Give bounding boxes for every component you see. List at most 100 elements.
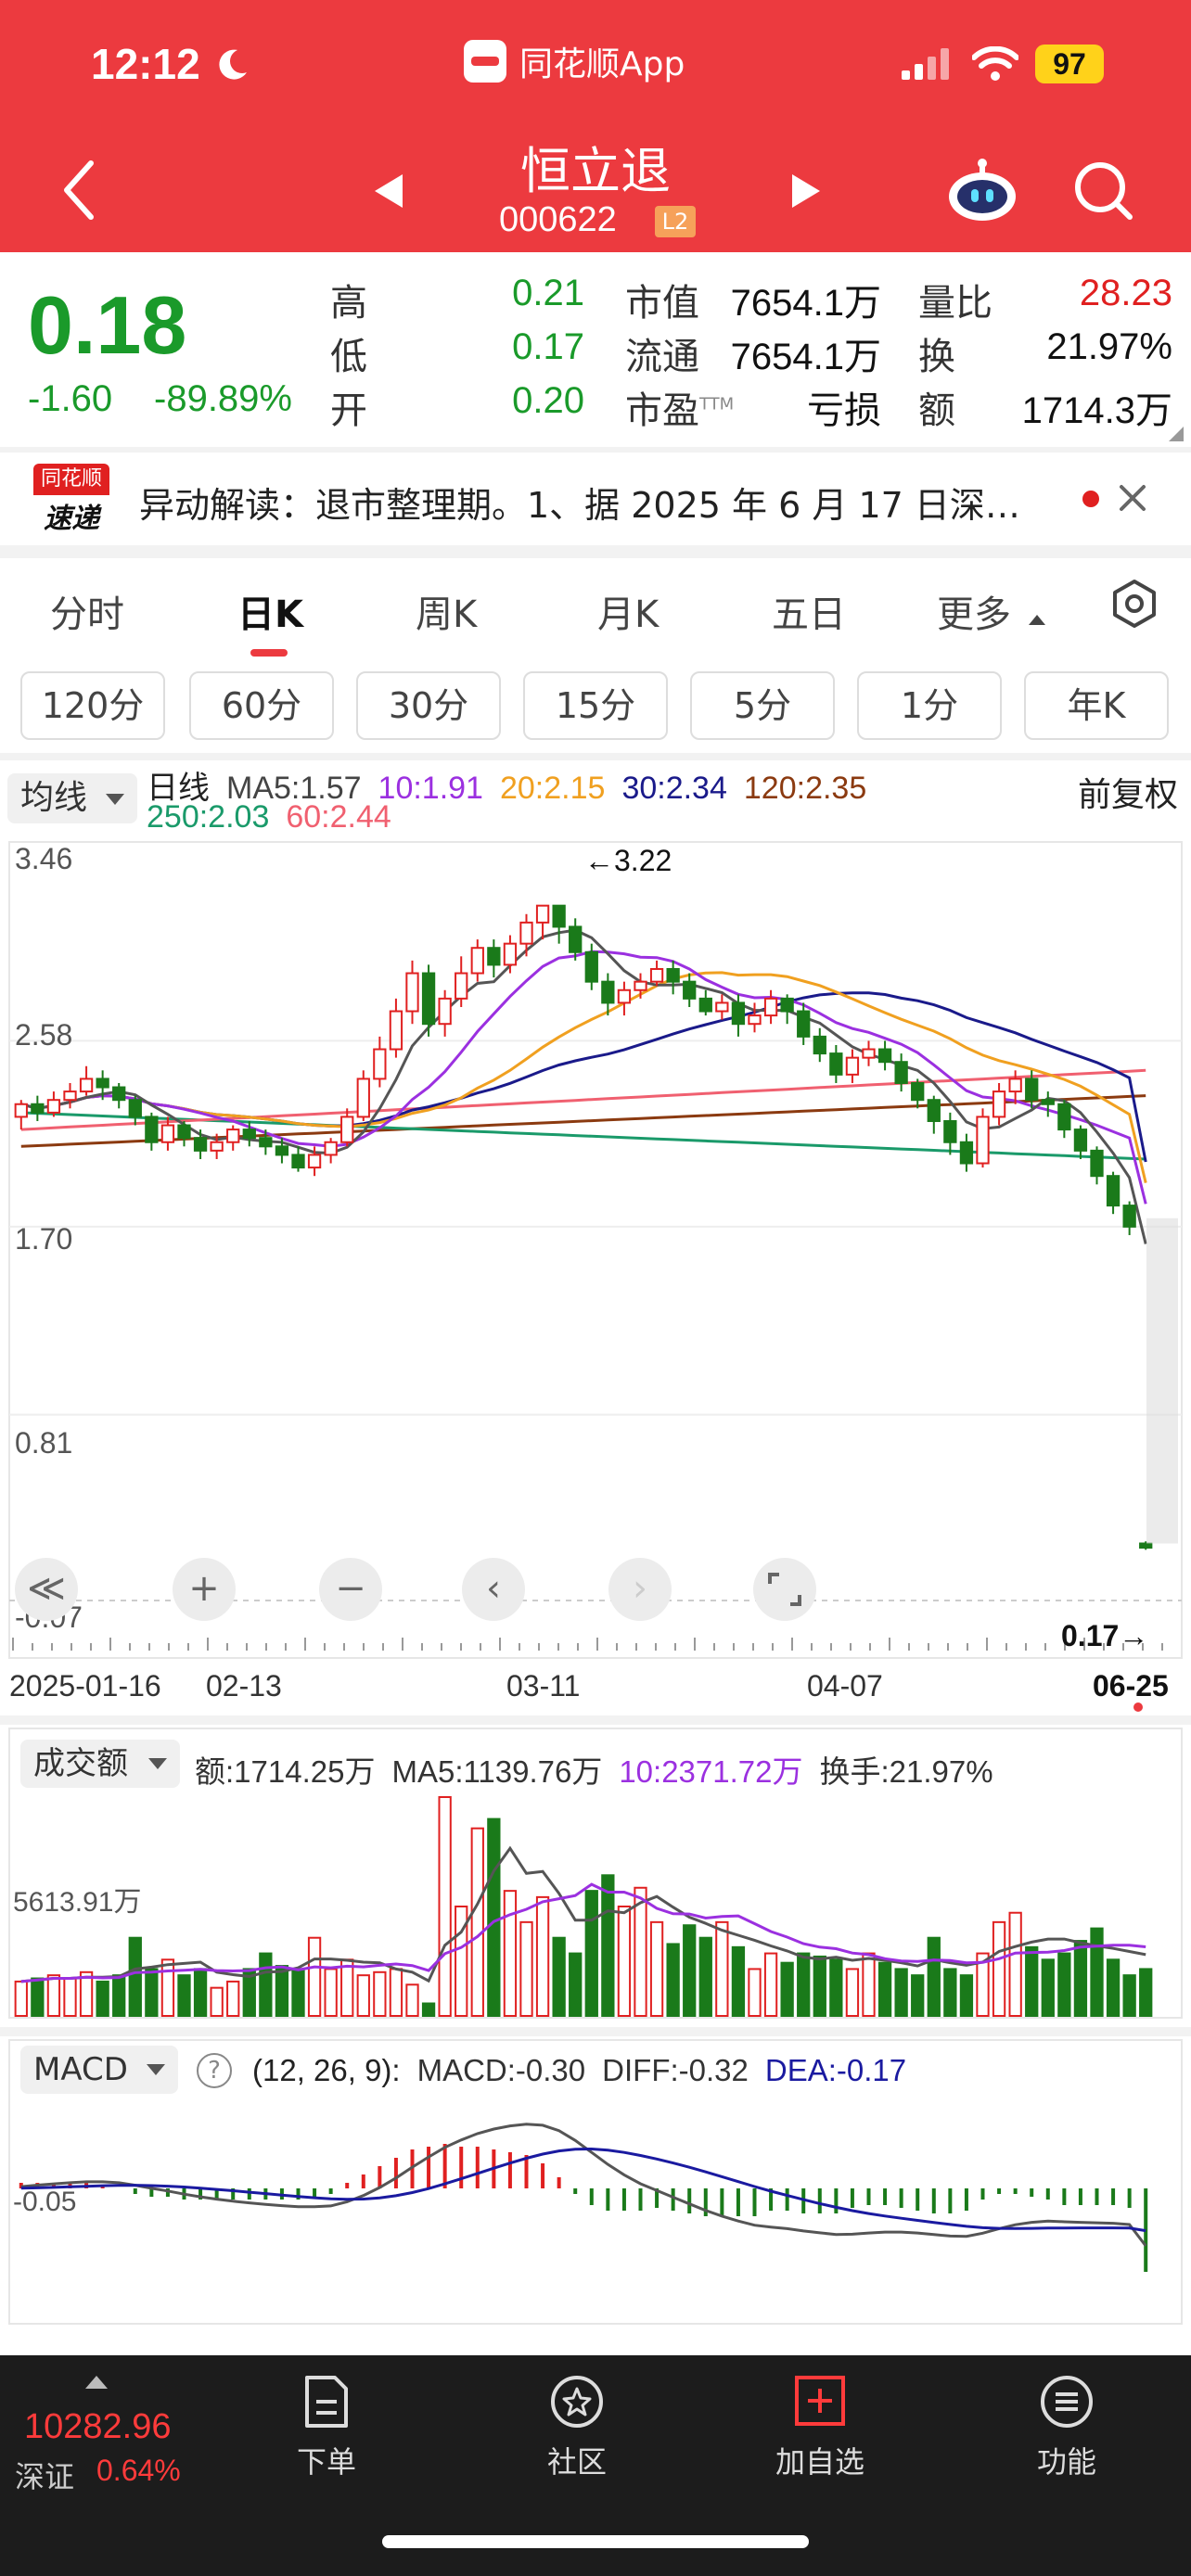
candle-up	[389, 1010, 403, 1051]
volume-bar	[1025, 1945, 1039, 2017]
candle-down	[1073, 1129, 1088, 1152]
candle-up	[324, 1141, 338, 1156]
volume-bar	[1008, 1911, 1022, 2017]
tab-monthly-k[interactable]: 月K	[597, 584, 659, 638]
volume-bar	[649, 1920, 664, 2018]
add-square-icon	[795, 2376, 845, 2426]
volume-bar	[813, 1955, 826, 2017]
tab-daily-k[interactable]: 日K	[237, 584, 303, 638]
volume-bar	[1090, 1927, 1104, 2018]
kline-chart[interactable]	[0, 835, 1191, 1669]
app-chip[interactable]: 同花顺App	[464, 37, 685, 85]
search-icon[interactable]	[1070, 158, 1135, 223]
ma-select[interactable]: 均线	[7, 773, 137, 823]
volume-chart[interactable]	[0, 1725, 1191, 2027]
high-value: 0.21	[512, 273, 584, 313]
adjust-toggle[interactable]: 前复权	[1078, 768, 1178, 816]
wifi-icon	[972, 46, 1018, 81]
nav-trade[interactable]: 下单	[252, 2374, 401, 2481]
candle-down	[177, 1124, 191, 1140]
status-time: 12:12	[91, 40, 200, 88]
close-icon[interactable]	[1117, 482, 1148, 514]
volume-bar	[226, 1980, 240, 2017]
nav-community[interactable]: 社区	[503, 2374, 651, 2481]
low-label: 低	[330, 336, 367, 378]
volume-bar	[666, 1943, 680, 2017]
nav-add-watchlist[interactable]: 加自选	[746, 2374, 894, 2481]
subtab-yearly-k[interactable]: 年K	[1024, 671, 1169, 740]
volume-bar	[46, 1974, 61, 2017]
tab-five-day[interactable]: 五日	[772, 584, 846, 638]
subtab-30min[interactable]: 30分	[356, 671, 501, 740]
tab-intraday[interactable]: 分时	[50, 584, 124, 638]
volume-bar	[421, 2002, 436, 2017]
macd-chart[interactable]	[0, 2036, 1191, 2352]
settings-hexagon-icon[interactable]	[1109, 579, 1159, 629]
zoom-in-button[interactable]: +	[173, 1558, 236, 1621]
turnover-value: 21.97%	[1046, 326, 1172, 367]
robot-assistant-icon[interactable]	[946, 156, 1018, 223]
candle-up	[46, 1099, 61, 1114]
minute-tabs: 120分 60分 30分 15分 5分 1分 年K	[0, 660, 1191, 753]
volume-bar	[634, 1886, 647, 2017]
x-date: 02-13	[206, 1669, 282, 1702]
volume-bar	[569, 1952, 583, 2017]
volume-bar	[862, 1952, 876, 2017]
index-value[interactable]: 10282.96	[24, 2407, 172, 2447]
volume-bar	[356, 1974, 370, 2017]
quote-panel: 0.18 -1.60 -89.89% 高 0.21 低 0.17 开 0.20 …	[0, 252, 1191, 447]
candle-down	[112, 1086, 126, 1102]
volume-bar	[63, 1977, 77, 2017]
l2-badge: L2	[655, 206, 696, 237]
period-tabs: 分时 日K 周K 月K 五日 更多	[0, 558, 1191, 660]
volume-bar	[177, 1974, 191, 2017]
volume-bar	[389, 1968, 403, 2017]
subtab-15min[interactable]: 15分	[523, 671, 668, 740]
tab-more[interactable]: 更多	[937, 584, 1047, 638]
scroll-left-button[interactable]: ‹	[462, 1558, 525, 1621]
subtab-5min[interactable]: 5分	[690, 671, 835, 740]
candle-up	[519, 921, 533, 945]
nav-functions[interactable]: 功能	[992, 2374, 1141, 2481]
candle-up	[535, 904, 550, 924]
volume-bar	[894, 1968, 908, 2017]
float-value: 7654.1万	[730, 337, 881, 377]
candle-up	[634, 980, 647, 991]
subtab-1min[interactable]: 1分	[857, 671, 1002, 740]
last-price: 0.18	[28, 279, 187, 371]
candle-down	[569, 925, 583, 953]
document-icon	[305, 2376, 348, 2428]
menu-circle-icon	[1041, 2376, 1093, 2428]
volume-bar	[324, 1968, 338, 2017]
tab-weekly-k[interactable]: 周K	[416, 584, 477, 638]
x-date: 2025-01-16	[9, 1669, 161, 1702]
candle-up	[1008, 1078, 1022, 1093]
candle-down	[96, 1078, 109, 1089]
home-indicator[interactable]	[382, 2535, 809, 2548]
zoom-out-button[interactable]: −	[319, 1558, 382, 1621]
candle-down	[145, 1116, 159, 1143]
rewind-button[interactable]: ≪	[15, 1558, 78, 1621]
volume-bar	[552, 1936, 566, 2017]
scroll-right-button[interactable]: ›	[608, 1558, 672, 1621]
turnover-label: 换	[918, 336, 955, 378]
subtab-120min[interactable]: 120分	[20, 671, 165, 740]
candle-down	[780, 997, 794, 1013]
ma5-line	[20, 928, 1147, 1244]
alert-banner[interactable]: 同花顺 速递 异动解读：退市整理期。1、据 2025 年 6 月 17 日深…	[0, 453, 1191, 545]
high-label: 高	[330, 282, 367, 325]
candle-down	[698, 997, 712, 1013]
volume-bar	[617, 1906, 632, 2017]
fullscreen-button[interactable]	[753, 1558, 816, 1621]
next-stock-icon[interactable]	[790, 172, 824, 210]
candle-down	[1041, 1099, 1055, 1105]
candle-up	[503, 942, 518, 966]
candle-up	[715, 1001, 729, 1013]
subtab-60min[interactable]: 60分	[189, 671, 334, 740]
alert-logo: 同花顺 速递	[33, 464, 109, 536]
expand-corner-icon[interactable]	[1169, 427, 1184, 441]
candle-up	[210, 1141, 224, 1152]
candle-down	[911, 1081, 925, 1102]
candle-up	[160, 1124, 175, 1143]
volume-bar	[31, 1977, 45, 2017]
